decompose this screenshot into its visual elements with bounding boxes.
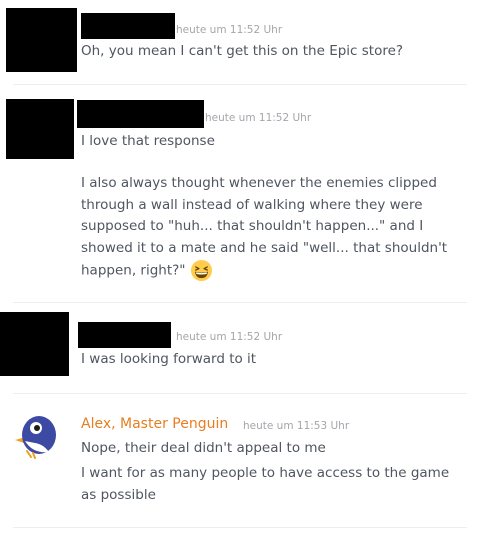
message-line: Nope, their deal didn't appeal to me — [81, 440, 326, 456]
avatar-redacted[interactable] — [6, 99, 74, 159]
message-line: I want for as many people to have access… — [81, 465, 450, 503]
avatar-redacted[interactable] — [0, 312, 69, 376]
username-redacted[interactable] — [78, 322, 171, 348]
avatar-redacted[interactable] — [6, 8, 77, 72]
message-line: I love that response — [81, 133, 215, 149]
grinning-squinting-emoji-icon — [190, 259, 212, 282]
username-redacted[interactable] — [77, 100, 204, 128]
message-divider — [13, 302, 467, 303]
timestamp: heute um 11:52 Uhr — [205, 112, 312, 124]
author-name[interactable]: Alex, Master Penguin — [81, 416, 228, 432]
message-line: I was looking forward to it — [81, 351, 257, 367]
timestamp: heute um 11:52 Uhr — [176, 24, 283, 36]
message-line: Oh, you mean I can't get this on the Epi… — [81, 43, 404, 59]
message-divider — [13, 84, 467, 85]
username-redacted[interactable] — [81, 13, 175, 39]
message-divider — [13, 527, 467, 528]
penguin-avatar-icon[interactable] — [13, 413, 59, 459]
timestamp: heute um 11:52 Uhr — [176, 331, 283, 343]
message-text: I also always thought whenever the enemi… — [81, 175, 448, 279]
timestamp: heute um 11:53 Uhr — [243, 420, 350, 432]
message-line: I also always thought whenever the enemi… — [81, 173, 466, 282]
message-divider — [13, 393, 467, 394]
